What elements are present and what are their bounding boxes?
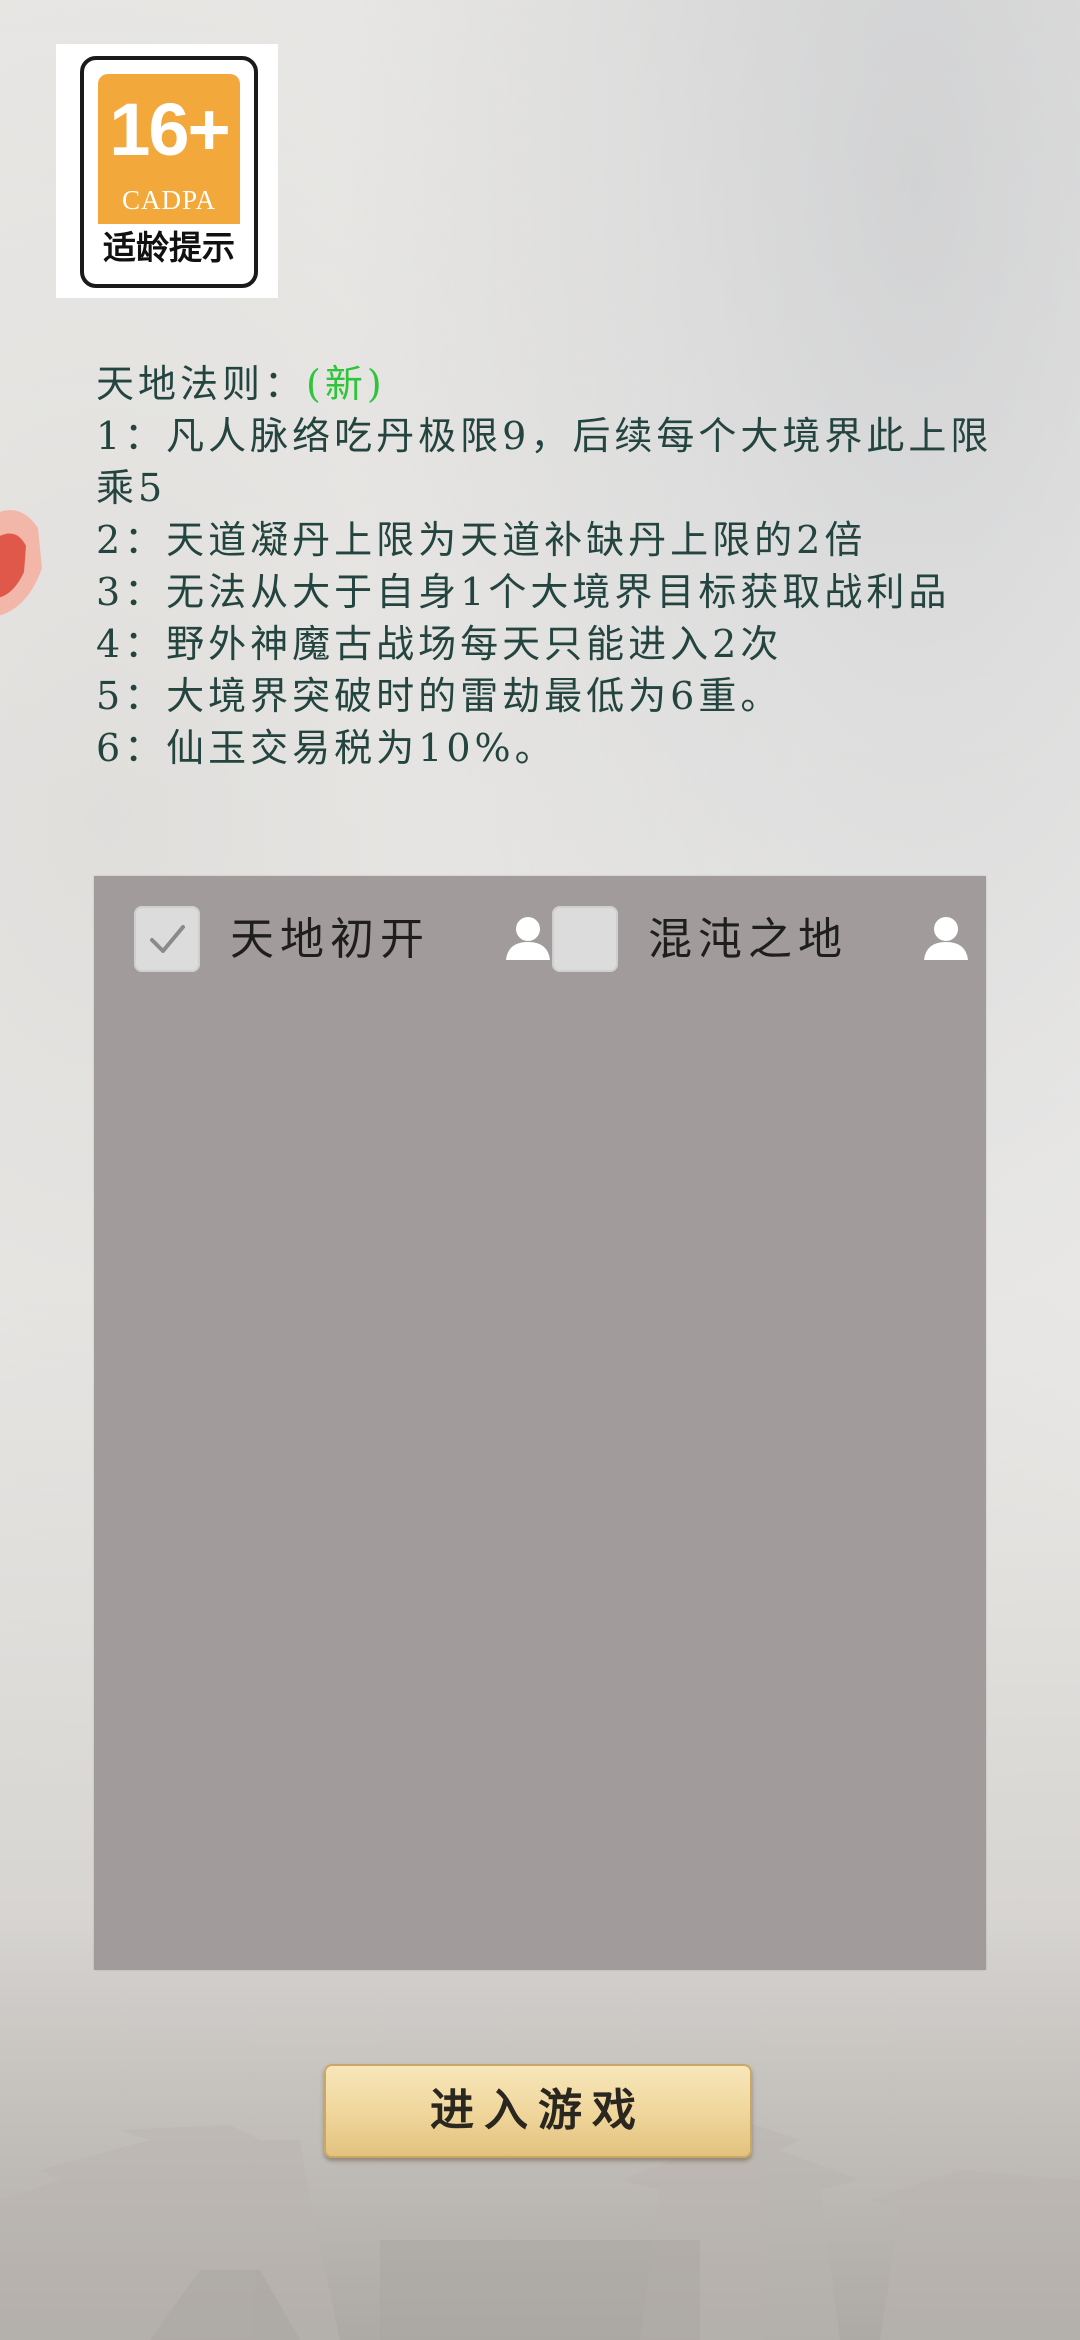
rules-new-tag: (新) [306, 362, 386, 406]
server-item-1[interactable]: 天地初开 [134, 906, 554, 972]
rule-line-1: 1：凡人脉络吃丹极限9，后续每个大境界此上限乘5 [96, 414, 993, 510]
age-rating-label: 适龄提示 [103, 228, 235, 267]
server-item-2[interactable]: 混沌之地 [552, 906, 972, 972]
age-rating-top: 16+ CADPA [98, 74, 240, 224]
enter-game-button[interactable]: 进入游戏 [324, 2064, 752, 2158]
server-2-checkbox[interactable] [552, 906, 618, 972]
age-rating-frame: 16+ CADPA 适龄提示 [80, 56, 258, 288]
rule-line-2: 2：天道凝丹上限为天道补缺丹上限的2倍 [96, 518, 867, 562]
age-rating-number: 16+ [109, 88, 231, 171]
enter-game-label: 进入游戏 [430, 2085, 646, 2136]
user-icon [924, 917, 968, 960]
rules-title-text: 天地法则： [96, 362, 307, 406]
rule-line-6: 6：仙玉交易税为10%。 [96, 726, 557, 770]
age-rating-badge: 16+ CADPA 适龄提示 [56, 44, 278, 298]
user-icon [506, 917, 550, 960]
age-rating-org: CADPA [121, 185, 217, 215]
rule-line-5: 5：大境界突破时的雷劫最低为6重。 [96, 674, 783, 718]
server-2-name: 混沌之地 [648, 914, 848, 965]
rule-line-3: 3：无法从大于自身1个大境界目标获取战利品 [96, 570, 951, 614]
checkmark-icon [150, 925, 185, 953]
rule-line-4: 4：野外神魔古战场每天只能进入2次 [96, 622, 783, 666]
side-decoration [0, 510, 42, 616]
server-list-panel: 天地初开 混沌之地 [94, 876, 986, 1970]
rules-title: 天地法则：(新) [96, 358, 996, 410]
server-1-name: 天地初开 [230, 914, 430, 965]
server-1-checkbox[interactable] [134, 906, 200, 972]
rules-text-block: 天地法则：(新) 1：凡人脉络吃丹极限9，后续每个大境界此上限乘5 2：天道凝丹… [96, 358, 996, 774]
